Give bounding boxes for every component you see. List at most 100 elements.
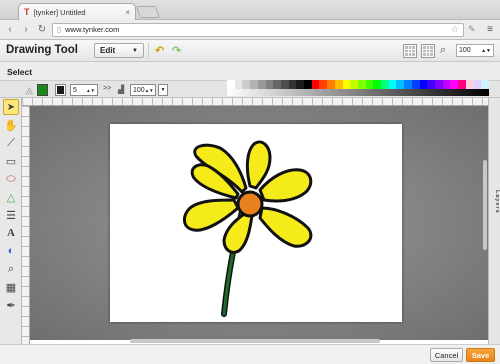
palette-swatch[interactable] [465,80,474,89]
palette-swatch[interactable] [227,80,235,89]
color-palette[interactable] [227,80,489,89]
tab-title: [tynker] Untitled [33,7,86,17]
palette-swatch[interactable] [273,80,281,89]
eraser-icon[interactable]: ◬ [24,84,38,96]
zoom-select[interactable]: 100 ▲▼ [456,44,494,57]
palette-swatch[interactable] [473,80,482,89]
palette-swatch[interactable] [411,80,420,89]
edit-menu-button[interactable]: Edit ▼ [94,43,144,58]
palette-swatch[interactable] [381,80,389,89]
grid-large-button[interactable] [421,44,435,58]
back-icon[interactable]: ‹ [4,24,16,36]
triangle-icon: △ [6,191,16,204]
palette-swatch[interactable] [250,80,258,89]
stroke-width-field[interactable]: 5 ▲▼ [70,84,98,96]
palette-swatch[interactable] [342,80,351,89]
vertical-scrollbar[interactable] [483,160,487,250]
palette-swatch[interactable] [304,80,312,89]
rectangle-icon: ▭ [5,155,17,168]
petal-top-right [258,168,313,203]
palette-swatch[interactable] [458,80,466,89]
browser-tab[interactable]: T [tynker] Untitled × [18,3,136,20]
ellipse-tool[interactable]: ⬭ [3,171,19,187]
cancel-button[interactable]: Cancel [430,348,463,362]
petal-right [258,206,313,248]
flower-drawing[interactable] [110,124,402,322]
opacity-dropdown[interactable]: ▼ [158,84,168,96]
zoom-icon[interactable]: ⌕ [440,44,446,57]
chevron-down-icon: ▼ [132,47,138,54]
palette-swatch[interactable] [257,80,266,89]
palette-swatch[interactable] [319,80,328,89]
hand-icon: ✋ [4,119,18,132]
drawing-canvas[interactable] [110,124,402,322]
palette-swatch[interactable] [311,80,320,89]
palette-swatch[interactable] [388,80,397,89]
vertical-ruler [22,106,30,344]
edit-menu-label: Edit [100,46,116,55]
grid-small-button[interactable] [403,44,417,58]
palette-swatch[interactable] [427,80,435,89]
layers-panel-tab[interactable] [488,98,500,344]
eyedropper-tool[interactable]: ✒ [3,297,19,313]
current-tool-label: Select [7,67,33,77]
text-tool[interactable]: A [3,225,19,241]
more-options-toggle[interactable]: >> [103,85,111,92]
palette-swatch[interactable] [404,80,412,89]
palette-swatch[interactable] [373,80,382,89]
palette-swatch[interactable] [365,80,374,89]
horizontal-scrollbar[interactable] [130,339,380,343]
stack-tool[interactable]: ☰ [3,207,19,223]
palette-swatch[interactable] [280,80,289,89]
browser-menu-icon[interactable]: ≡ [484,24,496,35]
chevron-down-icon: ▼ [160,87,166,93]
palette-swatch[interactable] [396,80,405,89]
palette-swatch[interactable] [481,80,489,89]
save-button[interactable]: Save [466,348,495,362]
extension-icon[interactable]: ✎ [468,24,480,35]
reload-icon[interactable]: ↻ [36,24,48,36]
palette-swatch[interactable] [350,80,358,89]
opacity-spinner-icon: ▲▼ [144,87,154,93]
palette-swatch[interactable] [296,80,305,89]
palette-swatch[interactable] [327,80,335,89]
redo-icon[interactable]: ↷ [172,44,181,57]
url-field[interactable]: ▯ www.tynker.com ☆ [52,22,464,37]
new-tab-button[interactable] [135,6,161,18]
bucket-icon: ◐ [7,245,15,257]
forward-icon[interactable]: › [20,24,32,36]
palette-swatch[interactable] [450,80,459,89]
palette-swatch[interactable] [419,80,428,89]
palette-swatch[interactable] [357,80,366,89]
palette-swatch[interactable] [334,80,343,89]
path-tool[interactable]: ⟋ [3,135,19,151]
grid-tool[interactable]: ▦ [3,279,19,295]
palette-swatch[interactable] [442,80,451,89]
canvas-workspace[interactable] [30,106,488,340]
palette-swatch[interactable] [234,80,243,89]
close-tab-icon[interactable]: × [125,8,130,17]
arrow-pointer-icon: ➤ [6,101,16,113]
palette-swatch[interactable] [242,80,251,89]
header-divider [148,43,149,59]
palette-swatch[interactable] [265,80,274,89]
bookmark-star-icon[interactable]: ☆ [451,24,459,35]
opacity-field[interactable]: 100 ▲▼ [130,84,156,96]
app-title: Drawing Tool [6,44,78,56]
fill-color-swatch[interactable] [37,84,48,96]
select-tool[interactable]: ➤ [3,99,19,115]
triangle-tool[interactable]: △ [3,189,19,205]
tool-palette: ➤ ✋ ⟋ ▭ ⬭ △ ☰ A ◐ ⌕ ▦ ✒ [0,98,22,344]
undo-icon[interactable]: ↶ [155,44,164,57]
flower-center [236,190,264,218]
grayscale-strip[interactable] [227,89,489,96]
palette-swatch[interactable] [434,80,443,89]
stroke-color-swatch[interactable] [55,84,66,96]
fill-tool[interactable]: ◐ [3,243,19,259]
opacity-icon: ▟ [118,85,125,94]
footer-bar: Cancel Save [0,344,500,364]
zoom-tool[interactable]: ⌕ [3,261,19,277]
pan-tool[interactable]: ✋ [3,117,19,133]
rect-tool[interactable]: ▭ [3,153,19,169]
palette-swatch[interactable] [288,80,297,89]
